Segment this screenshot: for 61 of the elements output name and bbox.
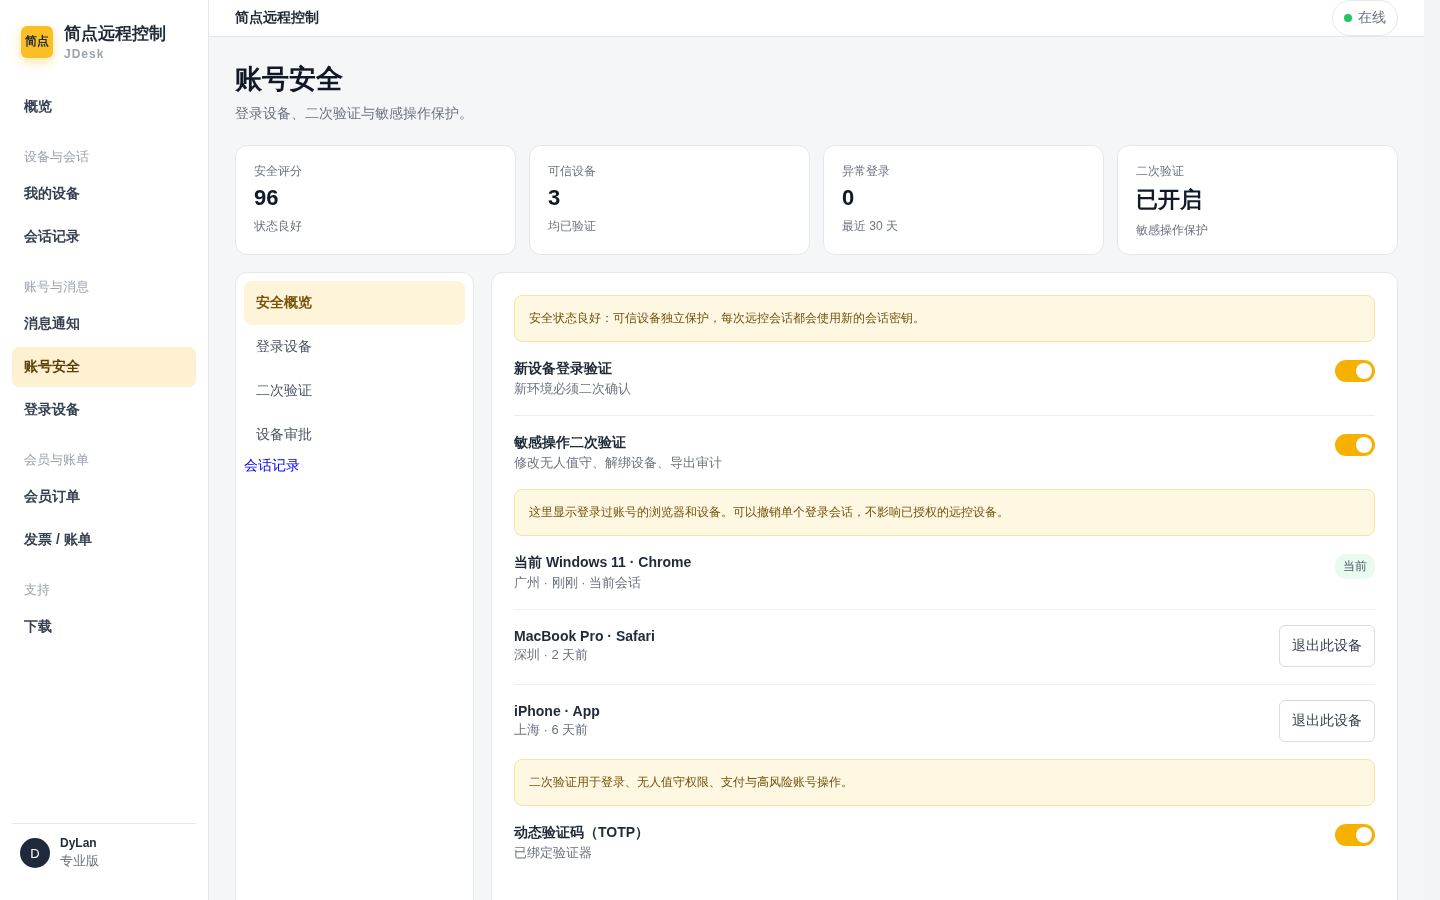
stat-label: 异常登录: [842, 163, 890, 180]
section-link[interactable]: 会话记录: [244, 457, 300, 475]
device-details: 上海 · 6 天前: [514, 721, 590, 739]
app-name: 简点远程控制: [64, 23, 166, 45]
status-label: 在线: [1358, 9, 1386, 27]
setting-description: 已绑定验证器: [514, 844, 593, 862]
stat-label: 二次验证: [1136, 163, 1184, 180]
stat-label: 可信设备: [548, 163, 596, 180]
sidebar-item[interactable]: 下载: [12, 607, 196, 647]
info-notice: 这里显示登录过账号的浏览器和设备。可以撤销单个登录会话，不影响已授权的远控设备。: [514, 489, 1375, 536]
sidebar-item[interactable]: 我的设备: [12, 174, 196, 214]
page-title: 账号安全: [235, 63, 344, 96]
info-notice: 安全状态良好：可信设备独立保护，每次远控会话都会使用新的会话密钥。: [514, 295, 1375, 342]
section-tab[interactable]: 二次验证: [244, 369, 465, 413]
toggle-switch[interactable]: [1335, 824, 1375, 846]
device-name: 当前 Windows 11 · Chrome: [514, 554, 692, 572]
setting-title: 敏感操作二次验证: [514, 434, 627, 452]
device-name: MacBook Pro · Safari: [514, 628, 655, 644]
setting-title: 新设备登录验证: [514, 360, 613, 378]
user-plan: 专业版: [60, 852, 99, 870]
device-details: 深圳 · 2 天前: [514, 646, 590, 664]
sidebar-item[interactable]: 消息通知: [12, 304, 196, 344]
user-avatar: D: [20, 838, 50, 868]
stat-value: 已开启: [1136, 186, 1202, 214]
stat-note: 状态良好: [254, 218, 302, 235]
stat-value: 3: [548, 185, 561, 211]
section-tab[interactable]: 登录设备: [244, 325, 465, 369]
stat-note: 均已验证: [548, 218, 596, 235]
nav-group-label: 账号与消息: [23, 278, 90, 296]
sign-out-button[interactable]: 退出此设备: [1279, 700, 1375, 742]
sidebar-item[interactable]: 概览: [12, 87, 196, 127]
stat-label: 安全评分: [254, 163, 302, 180]
sidebar-item[interactable]: 发票 / 账单: [12, 520, 196, 560]
toggle-switch[interactable]: [1335, 434, 1375, 456]
toggle-switch[interactable]: [1335, 360, 1375, 382]
sidebar-item[interactable]: 登录设备: [12, 390, 196, 430]
sidebar-item[interactable]: 账号安全: [12, 347, 196, 387]
stat-value: 96: [254, 185, 279, 211]
info-notice: 二次验证用于登录、无人值守权限、支付与高风险账号操作。: [514, 759, 1375, 806]
sidebar-item[interactable]: 会员订单: [12, 477, 196, 517]
device-name: iPhone · App: [514, 703, 600, 719]
nav-group-label: 支持: [23, 581, 51, 599]
app-subtitle: JDesk: [64, 47, 106, 61]
section-tab[interactable]: 设备审批: [244, 413, 465, 457]
stat-value: 0: [842, 185, 855, 211]
stat-note: 敏感操作保护: [1136, 222, 1208, 239]
nav-group-label: 会员与账单: [23, 451, 90, 469]
setting-description: 新环境必须二次确认: [514, 380, 631, 398]
sign-out-button[interactable]: 退出此设备: [1279, 625, 1375, 667]
stat-note: 最近 30 天: [842, 218, 898, 235]
nav-group-label: 设备与会话: [23, 148, 90, 166]
logo-badge: 简点: [21, 25, 53, 58]
section-tab[interactable]: 安全概览: [244, 281, 465, 325]
user-name: DyLan: [60, 836, 98, 850]
sidebar-item[interactable]: 会话记录: [12, 217, 196, 257]
device-details: 广州 · 刚刚 · 当前会话: [514, 574, 643, 592]
page-subtitle: 登录设备、二次验证与敏感操作保护。: [235, 105, 474, 123]
setting-title: 动态验证码（TOTP）: [514, 824, 650, 842]
topbar-title: 简点远程控制: [235, 9, 319, 27]
current-badge: 当前: [1335, 554, 1375, 579]
setting-description: 修改无人值守、解绑设备、导出审计: [514, 454, 722, 472]
